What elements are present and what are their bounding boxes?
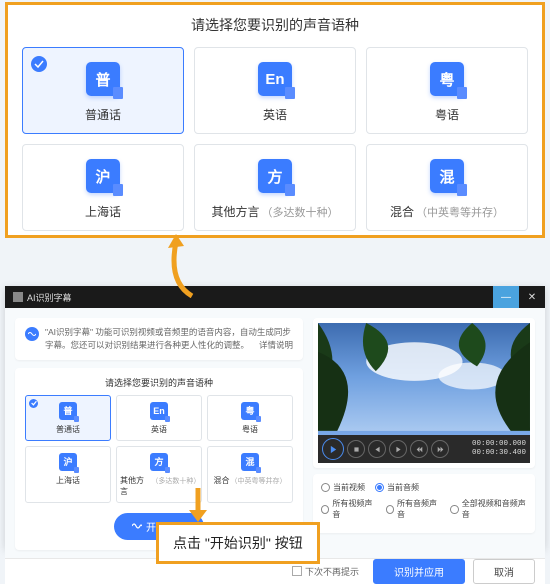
lang-label: 英语	[151, 424, 167, 435]
lang-glyph-icon: 粤	[430, 62, 464, 96]
check-icon	[31, 56, 47, 72]
opt-all-both[interactable]: 全部视频和音频声音	[450, 498, 527, 520]
lang-label: 混合	[214, 475, 230, 486]
info-detail-link[interactable]: 详情说明	[259, 339, 293, 352]
lang-label: 混合	[390, 203, 414, 220]
lang-card-dialect[interactable]: 方 其他方言 （多达数十种）	[194, 144, 356, 231]
lang-glyph-icon: 方	[258, 159, 292, 193]
mini-lang-mixed[interactable]: 混 混合（中英粤等并存）	[207, 446, 293, 503]
lang-hint: （中英粤等并存）	[416, 204, 504, 220]
video-thumbnail-icon	[318, 323, 530, 431]
panel-title: 请选择您要识别的声音语种	[22, 15, 528, 35]
lang-hint: （多达数十种）	[262, 204, 339, 220]
window-title: AI识别字幕	[27, 291, 72, 304]
lang-card-mixed[interactable]: 混 混合 （中英粤等并存）	[366, 144, 528, 231]
cancel-button[interactable]: 取消	[473, 559, 535, 584]
lang-glyph-icon: 沪	[86, 159, 120, 193]
lang-label: 英语	[263, 106, 287, 123]
opt-all-video-audio[interactable]: 所有视频声音	[321, 498, 376, 520]
rewind-button[interactable]	[410, 440, 428, 458]
mini-lang-english[interactable]: En 英语	[116, 395, 202, 441]
play-button[interactable]	[322, 438, 344, 460]
lang-glyph-icon: En	[258, 62, 292, 96]
timecode-display: 00:00:00.000 00:00:30.400	[472, 440, 526, 458]
lang-glyph-icon: 沪	[59, 453, 77, 471]
lang-label: 普通话	[85, 106, 121, 123]
lang-label: 粤语	[242, 424, 258, 435]
video-preview-panel: 00:00:00.000 00:00:30.400	[313, 318, 535, 468]
check-icon	[29, 399, 38, 408]
opt-all-audio[interactable]: 所有音频声音	[386, 498, 441, 520]
lang-glyph-icon: 混	[241, 453, 259, 471]
lang-label: 上海话	[56, 475, 80, 486]
callout-arrow-icon	[186, 488, 210, 524]
stop-button[interactable]	[347, 440, 365, 458]
next-button[interactable]	[389, 440, 407, 458]
prev-button[interactable]	[368, 440, 386, 458]
lang-hint: （多达数十种）	[151, 476, 198, 486]
audio-source-options: 当前视频 当前音频 所有视频声音 所有音频声音 全部视频和音频声音	[313, 474, 535, 533]
lang-label: 其他方言	[211, 203, 259, 220]
language-panel-enlarged: 请选择您要识别的声音语种 普 普通话 En 英语 粤 粤语 沪 上海话 方 其他…	[5, 2, 545, 238]
apply-button[interactable]: 识别并应用	[373, 559, 465, 584]
callout-arrow-icon	[162, 232, 202, 298]
titlebar: AI识别字幕 — ✕	[5, 286, 545, 308]
lang-label: 普通话	[56, 424, 80, 435]
lang-glyph-icon: 粤	[241, 402, 259, 420]
lang-label: 上海话	[85, 203, 121, 220]
info-banner: "AI识别字幕" 功能可识别视频或音频里的语音内容，自动生成同步字幕。您还可以对…	[15, 318, 303, 360]
lang-glyph-icon: En	[150, 402, 168, 420]
lang-glyph-icon: 方	[150, 453, 168, 471]
wave-icon	[132, 521, 142, 531]
instruction-callout: 点击 "开始识别" 按钮	[156, 522, 320, 564]
info-icon	[25, 327, 39, 341]
lang-card-cantonese[interactable]: 粤 粤语	[366, 47, 528, 134]
lang-label: 其他方言	[120, 475, 150, 497]
lang-card-shanghai[interactable]: 沪 上海话	[22, 144, 184, 231]
language-grid: 普 普通话 En 英语 粤 粤语 沪 上海话 方 其他方言 （多达数十种） 混 …	[22, 47, 528, 231]
app-logo-icon	[13, 292, 23, 302]
video-preview[interactable]	[318, 323, 530, 435]
app-window: AI识别字幕 — ✕ "AI识别字幕" 功能可识别视频或音频里的语音内容，自动生…	[5, 286, 545, 548]
lang-card-english[interactable]: En 英语	[194, 47, 356, 134]
mini-lang-mandarin[interactable]: 普 普通话	[25, 395, 111, 441]
opt-current-audio[interactable]: 当前音频	[375, 482, 419, 493]
mini-language-grid: 普 普通话 En 英语 粤 粤语 沪 上海话	[25, 395, 293, 503]
lang-label: 粤语	[435, 106, 459, 123]
lang-glyph-icon: 普	[86, 62, 120, 96]
forward-button[interactable]	[431, 440, 449, 458]
mini-lang-shanghai[interactable]: 沪 上海话	[25, 446, 111, 503]
minimize-button[interactable]: —	[493, 286, 519, 308]
lang-hint: （中英粤等并存）	[231, 476, 287, 486]
video-controls: 00:00:00.000 00:00:30.400	[318, 435, 530, 463]
lang-box-title: 请选择您要识别的声音语种	[25, 376, 293, 389]
opt-current-video[interactable]: 当前视频	[321, 482, 365, 493]
lang-glyph-icon: 混	[430, 159, 464, 193]
close-button[interactable]: ✕	[519, 286, 545, 308]
lang-card-mandarin[interactable]: 普 普通话	[22, 47, 184, 134]
mini-lang-cantonese[interactable]: 粤 粤语	[207, 395, 293, 441]
info-text: "AI识别字幕" 功能可识别视频或音频里的语音内容，自动生成同步字幕。您还可以对…	[45, 326, 293, 352]
lang-glyph-icon: 普	[59, 402, 77, 420]
